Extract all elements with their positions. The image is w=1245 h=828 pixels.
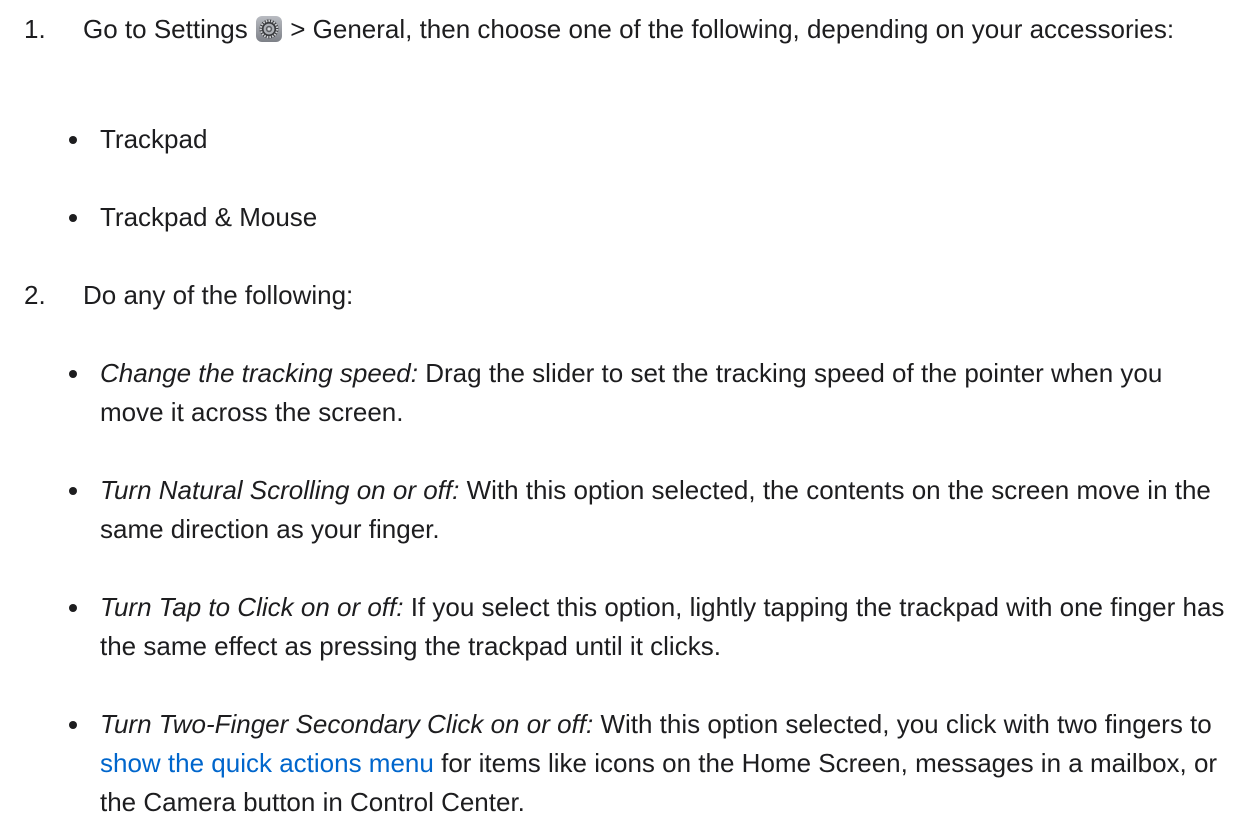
quick-actions-menu-link[interactable]: show the quick actions menu bbox=[100, 748, 434, 778]
bullet-secondary-click: Turn Two-Finger Secondary Click on or of… bbox=[0, 705, 1230, 822]
bullet-tap-to-click: Turn Tap to Click on or off: If you sele… bbox=[0, 588, 1230, 666]
step-2: 2. Do any of the following: bbox=[0, 276, 1193, 315]
bullet-dot bbox=[69, 604, 77, 612]
bullet-label: Turn Two-Finger Secondary Click on or of… bbox=[100, 709, 594, 739]
bullet-label: Change the tracking speed: bbox=[100, 358, 418, 388]
bullet-dot bbox=[69, 214, 77, 222]
bullet-text-before-link: With this option selected, you click wit… bbox=[600, 709, 1212, 739]
step-number: 1. bbox=[24, 14, 46, 44]
bullet-dot bbox=[69, 487, 77, 495]
bullet-label: Turn Tap to Click on or off: bbox=[100, 592, 404, 622]
step-1: 1. Go to Settings > General, then choose… bbox=[0, 10, 1193, 49]
bullet-dot bbox=[69, 136, 77, 144]
settings-gear-icon bbox=[256, 16, 282, 42]
bullet-dot bbox=[69, 721, 77, 729]
bullet-trackpad: Trackpad bbox=[0, 120, 1230, 159]
bullet-trackpad-mouse: Trackpad & Mouse bbox=[0, 198, 1230, 237]
step-text: Do any of the following: bbox=[83, 280, 354, 310]
bullet-text: Trackpad bbox=[100, 124, 208, 154]
bullet-tracking-speed: Change the tracking speed: Drag the slid… bbox=[0, 354, 1230, 432]
step-text-before-icon: Go to Settings bbox=[83, 14, 248, 44]
bullet-text: Trackpad & Mouse bbox=[100, 202, 318, 232]
bullet-label: Turn Natural Scrolling on or off: bbox=[100, 475, 460, 505]
step-number: 2. bbox=[24, 280, 46, 310]
bullet-dot bbox=[69, 370, 77, 378]
step-text-after-icon: > General, then choose one of the follow… bbox=[290, 14, 1175, 44]
bullet-natural-scrolling: Turn Natural Scrolling on or off: With t… bbox=[0, 471, 1230, 549]
